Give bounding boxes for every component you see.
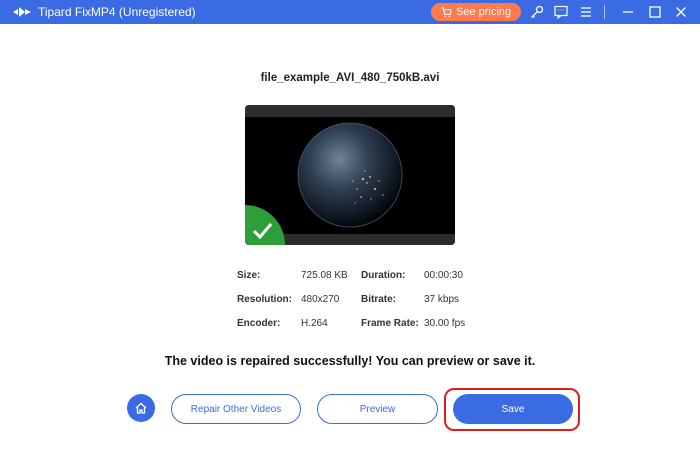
home-icon — [135, 402, 147, 414]
minimize-icon[interactable] — [620, 4, 636, 20]
duration-value: 00:00:30 — [424, 270, 463, 281]
app-title: Tipard FixMP4 (Unregistered) — [38, 5, 196, 19]
home-button[interactable] — [127, 394, 155, 422]
earth-image — [297, 122, 403, 228]
resolution-label: Resolution: — [237, 294, 292, 305]
save-label: Save — [501, 403, 525, 415]
logo-icon — [13, 5, 31, 19]
see-pricing-button[interactable]: See pricing — [431, 3, 521, 21]
duration-label: Duration: — [361, 270, 406, 281]
resolution-value: 480x270 — [301, 294, 340, 305]
size-value: 725.08 KB — [301, 270, 348, 281]
save-button[interactable]: Save — [453, 394, 573, 424]
video-top-bar — [245, 105, 455, 117]
see-pricing-label: See pricing — [455, 6, 512, 18]
video-thumbnail — [245, 105, 455, 245]
bitrate-value: 37 kbps — [424, 294, 460, 305]
success-check-icon — [245, 205, 285, 245]
feedback-icon[interactable] — [553, 4, 569, 20]
menu-icon[interactable] — [578, 4, 594, 20]
close-icon[interactable] — [673, 4, 689, 20]
bitrate-label: Bitrate: — [361, 294, 397, 305]
encoder-value: H.264 — [301, 318, 328, 329]
key-icon[interactable] — [529, 4, 545, 20]
repair-other-videos-label: Repair Other Videos — [190, 403, 282, 415]
preview-button[interactable]: Preview — [317, 394, 438, 424]
success-message: The video is repaired successfully! You … — [164, 354, 536, 368]
encoder-label: Encoder: — [237, 318, 281, 329]
title-bar: Tipard FixMP4 (Unregistered) See pricing — [0, 0, 700, 24]
file-name: file_example_AVI_480_750kB.avi — [260, 72, 440, 84]
cart-icon — [441, 6, 452, 17]
repair-other-videos-button[interactable]: Repair Other Videos — [171, 394, 301, 424]
framerate-value: 30.00 fps — [424, 318, 466, 329]
size-label: Size: — [237, 270, 261, 281]
maximize-icon[interactable] — [647, 4, 663, 20]
preview-label: Preview — [359, 403, 396, 415]
titlebar-divider — [604, 5, 605, 19]
framerate-label: Frame Rate: — [361, 318, 419, 329]
